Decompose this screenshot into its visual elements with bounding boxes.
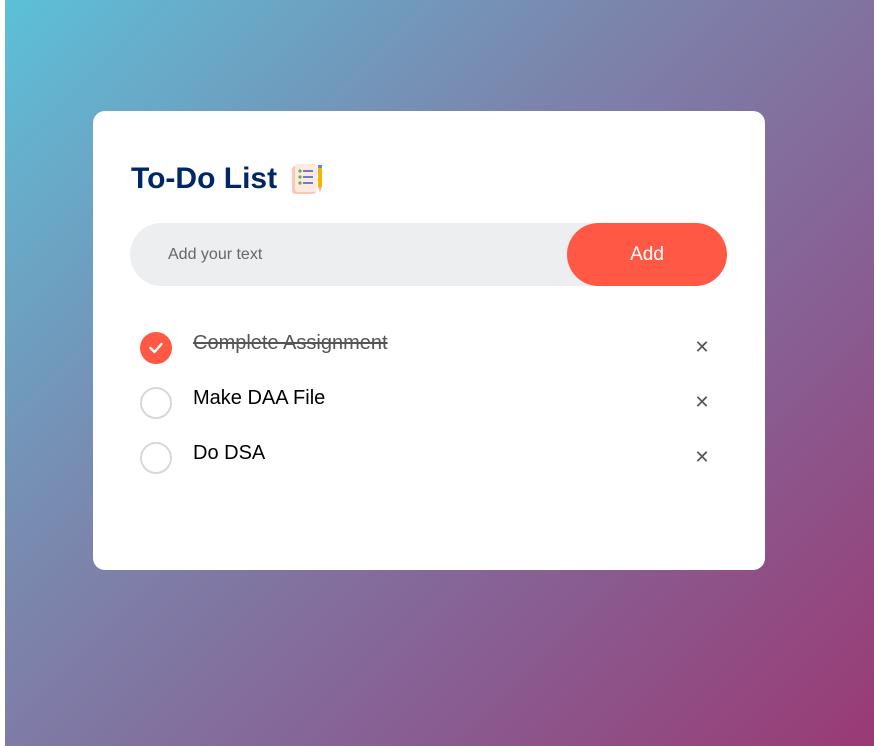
task-item[interactable]: Do DSA ✕ [93,430,765,485]
task-checkbox-checked[interactable] [140,332,172,364]
todo-app-card: To-Do List Add your text Add Complete As… [93,111,765,570]
task-text[interactable]: Do DSA [193,442,265,465]
task-checkbox[interactable] [140,387,172,419]
close-icon[interactable]: ✕ [690,445,714,469]
task-input[interactable] [168,223,558,286]
close-icon[interactable]: ✕ [690,390,714,414]
app-header: To-Do List [131,159,325,199]
close-icon[interactable]: ✕ [690,335,714,359]
task-list: Complete Assignment ✕ Make DAA File ✕ Do… [93,320,765,485]
app-title: To-Do List [131,162,278,195]
task-checkbox[interactable] [140,442,172,474]
add-task-row: Add [130,223,727,286]
task-text[interactable]: Complete Assignment [193,332,388,355]
checkmark-icon [149,342,163,354]
checklist-notepad-icon [289,162,325,196]
task-item[interactable]: Make DAA File ✕ [93,375,765,430]
add-button[interactable]: Add [567,223,727,286]
task-item[interactable]: Complete Assignment ✕ [93,320,765,375]
task-text[interactable]: Make DAA File [193,387,325,410]
